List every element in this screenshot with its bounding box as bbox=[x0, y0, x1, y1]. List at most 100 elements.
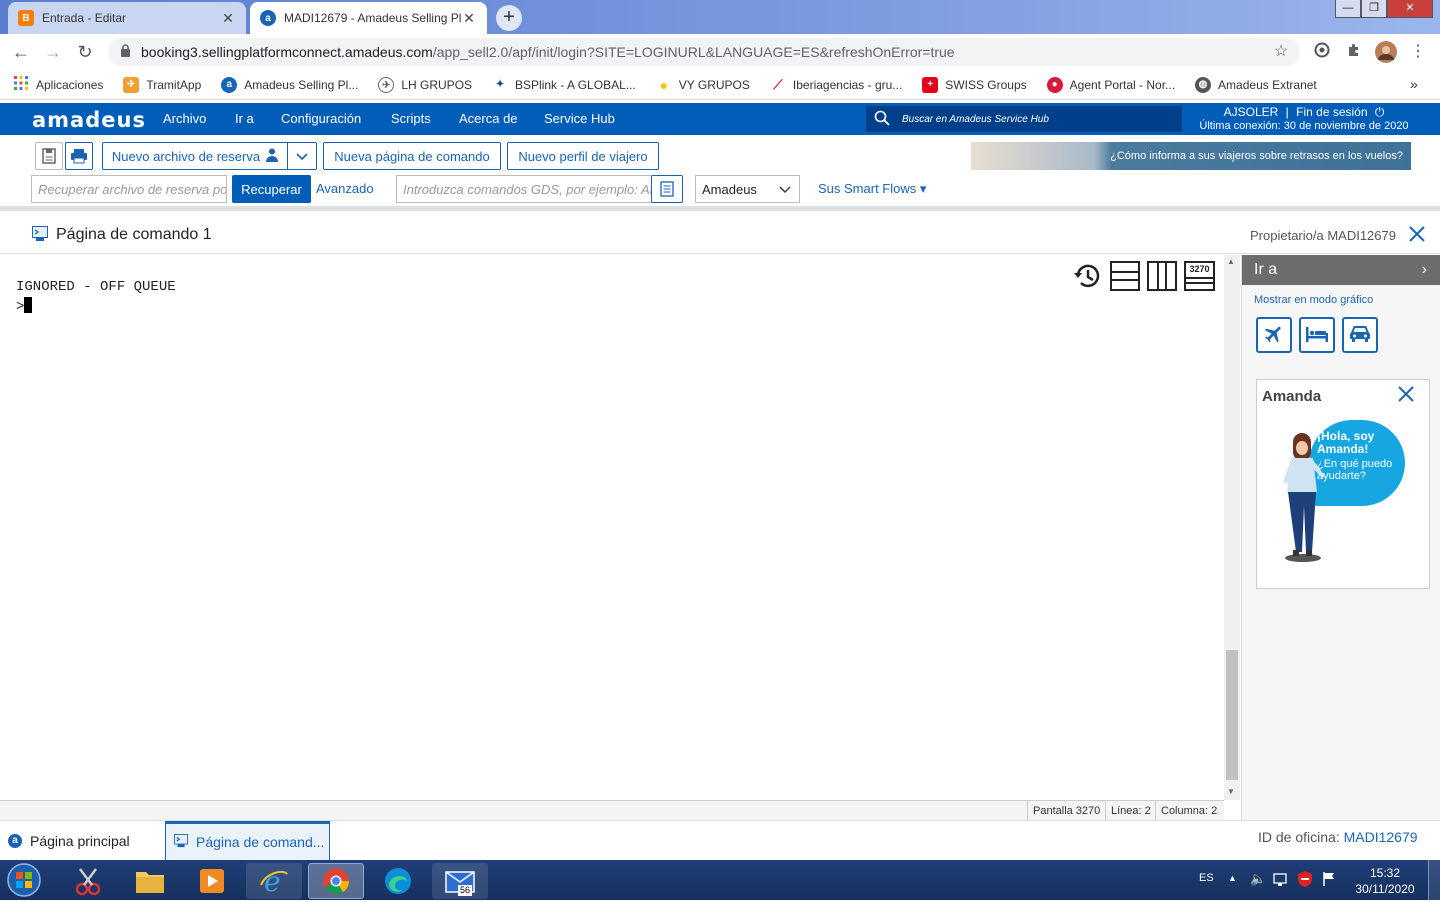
scroll-down-arrow-icon[interactable]: ▼ bbox=[1227, 787, 1235, 796]
minimize-button[interactable]: — bbox=[1335, 0, 1361, 18]
mode-3270-button[interactable]: 3270 bbox=[1184, 261, 1215, 291]
language-indicator[interactable]: ES bbox=[1199, 872, 1214, 884]
status-screen: Pantalla 3270 bbox=[1027, 801, 1105, 821]
globe-icon: ◍ bbox=[1195, 76, 1212, 93]
media-player-icon[interactable] bbox=[184, 863, 240, 899]
scroll-up-arrow-icon[interactable]: ▲ bbox=[1227, 257, 1235, 266]
office-id-value[interactable]: MADI12679 bbox=[1344, 829, 1418, 845]
amadeus-logo: amadeus bbox=[32, 108, 146, 132]
profile-avatar[interactable] bbox=[1375, 41, 1397, 63]
bookmark-amadeus-selling[interactable]: a Amadeus Selling Pl... bbox=[221, 76, 358, 93]
close-page-icon[interactable] bbox=[1408, 225, 1426, 246]
action-bar: Nuevo archivo de reserva Nueva página de… bbox=[0, 135, 1440, 211]
bookmark-label: Agent Portal - Nor... bbox=[1069, 77, 1176, 92]
smart-flows-menu[interactable]: Sus Smart Flows ▾ bbox=[818, 181, 926, 197]
menu-service-hub[interactable]: Service Hub bbox=[544, 111, 615, 126]
close-tab-icon[interactable]: ✕ bbox=[220, 10, 236, 27]
iberia-icon: ⟋ bbox=[769, 76, 786, 93]
new-reservation-dropdown[interactable] bbox=[287, 142, 317, 170]
bookmark-swiss-groups[interactable]: + SWISS Groups bbox=[922, 76, 1027, 93]
menu-configuracion[interactable]: Configuración bbox=[281, 111, 361, 126]
menu-archivo[interactable]: Archivo bbox=[163, 111, 206, 126]
close-window-button[interactable]: ✕ bbox=[1387, 0, 1433, 18]
bookmark-lh-grupos[interactable]: ✈ LH GRUPOS bbox=[378, 76, 472, 93]
more-bookmarks-icon[interactable]: » bbox=[1410, 76, 1418, 92]
bookmark-agent-portal[interactable]: ● Agent Portal - Nor... bbox=[1046, 76, 1176, 93]
star-bookmark-icon[interactable]: ☆ bbox=[1270, 41, 1292, 63]
split-horizontal-icon[interactable] bbox=[1110, 261, 1140, 294]
command-list-icon[interactable] bbox=[651, 175, 683, 203]
reload-icon[interactable]: ↻ bbox=[74, 41, 96, 63]
bookmark-vy-grupos[interactable]: ● VY GRUPOS bbox=[655, 76, 750, 93]
mail-icon[interactable]: 56 bbox=[432, 863, 488, 899]
file-explorer-icon[interactable] bbox=[122, 863, 178, 899]
chevron-right-icon: › bbox=[1421, 261, 1427, 278]
new-reservation-button[interactable]: Nuevo archivo de reserva bbox=[102, 142, 288, 170]
new-command-page-button[interactable]: Nueva página de comando bbox=[323, 142, 501, 170]
close-tab-icon[interactable]: ✕ bbox=[461, 10, 477, 27]
flight-button[interactable] bbox=[1256, 317, 1292, 353]
tab-label: MADI12679 - Amadeus Selling Pl bbox=[284, 11, 461, 25]
menu-scripts[interactable]: Scripts bbox=[391, 111, 431, 126]
puzzle-extensions-icon[interactable] bbox=[1343, 41, 1365, 63]
recover-reservation-input[interactable]: Recuperar archivo de reserva po... bbox=[31, 175, 227, 203]
logout-link[interactable]: Fin de sesión bbox=[1296, 105, 1367, 119]
close-amanda-icon[interactable] bbox=[1397, 385, 1415, 406]
print-icon[interactable] bbox=[65, 142, 93, 170]
last-login: Última conexión: 30 de noviembre de 2020 bbox=[1199, 120, 1409, 132]
show-desktop-button[interactable] bbox=[1428, 860, 1440, 900]
security-shield-icon[interactable] bbox=[1296, 870, 1314, 891]
promo-banner[interactable]: ¿Cómo informa a sus viajeros sobre retra… bbox=[971, 142, 1411, 170]
address-bar[interactable]: booking3.sellingplatformconnect.amadeus.… bbox=[108, 38, 1300, 66]
volume-icon[interactable]: 🔈 bbox=[1250, 871, 1266, 887]
network-icon[interactable] bbox=[1273, 871, 1289, 890]
tab-home-page[interactable]: a Página principal bbox=[0, 821, 162, 861]
airplane-icon bbox=[1263, 323, 1285, 348]
amanda-assistant-card[interactable]: Amanda ¡Hola, soy Amanda! ¿En qué puedo … bbox=[1256, 379, 1430, 589]
chrome-icon[interactable] bbox=[308, 863, 364, 899]
action-center-flag-icon[interactable] bbox=[1322, 871, 1336, 890]
chevron-down-icon bbox=[296, 149, 308, 164]
clock-date: 30/11/2020 bbox=[1355, 882, 1415, 896]
bookmark-aplicaciones[interactable]: Aplicaciones bbox=[14, 76, 103, 93]
advanced-link[interactable]: Avanzado bbox=[316, 181, 374, 196]
recover-button[interactable]: Recuperar bbox=[232, 175, 311, 203]
hotel-button[interactable] bbox=[1299, 317, 1335, 353]
new-traveler-profile-button[interactable]: Nuevo perfil de viajero bbox=[507, 142, 659, 170]
start-button[interactable] bbox=[4, 861, 46, 899]
menu-ir-a[interactable]: Ir a bbox=[235, 111, 254, 126]
bookmark-amadeus-extranet[interactable]: ◍ Amadeus Extranet bbox=[1195, 76, 1317, 93]
amanda-avatar bbox=[1271, 432, 1331, 567]
bookmark-tramitapp[interactable]: ✈ TramitApp bbox=[123, 76, 201, 93]
car-button[interactable] bbox=[1342, 317, 1378, 353]
tab-amadeus-selling[interactable]: a MADI12679 - Amadeus Selling Pl ✕ bbox=[250, 2, 487, 34]
extension-icon[interactable] bbox=[1311, 41, 1333, 63]
ir-a-header[interactable]: Ir a › bbox=[1242, 255, 1440, 285]
scroll-thumb[interactable] bbox=[1226, 650, 1238, 780]
service-hub-search[interactable]: Buscar en Amadeus Service Hub bbox=[866, 106, 1182, 132]
gds-system-select[interactable]: Amadeus bbox=[695, 175, 800, 203]
new-tab-button[interactable]: + bbox=[496, 5, 522, 31]
forward-icon[interactable]: → bbox=[42, 41, 64, 63]
browser-menu-icon[interactable]: ⋮ bbox=[1407, 41, 1429, 63]
history-icon[interactable] bbox=[1072, 261, 1102, 294]
command-scrollbar[interactable]: ▲ ▼ bbox=[1224, 255, 1240, 800]
command-output-area[interactable]: IGNORED - OFF QUEUE > 3270 bbox=[0, 255, 1224, 800]
bookmark-iberiagencias[interactable]: ⟋ Iberiagencias - gru... bbox=[769, 76, 902, 93]
power-icon[interactable]: ⏻ bbox=[1375, 105, 1385, 119]
save-icon[interactable] bbox=[35, 142, 63, 170]
split-vertical-icon[interactable] bbox=[1147, 261, 1177, 294]
snipping-tool-icon[interactable] bbox=[60, 863, 116, 899]
clock[interactable]: 15:32 30/11/2020 bbox=[1350, 865, 1420, 897]
edge-icon[interactable] bbox=[370, 863, 426, 899]
bookmark-bsplink[interactable]: ✦ BSPlink - A GLOBAL... bbox=[492, 76, 636, 93]
tab-entrada-editar[interactable]: B Entrada - Editar ✕ bbox=[8, 2, 246, 34]
tab-command-page[interactable]: Página de comand... bbox=[165, 821, 330, 861]
gds-command-input[interactable]: Introduzca comandos GDS, por ejemplo: AN bbox=[396, 175, 652, 203]
maximize-button[interactable]: ❐ bbox=[1361, 0, 1387, 18]
internet-explorer-icon[interactable]: e bbox=[246, 863, 302, 899]
graphic-mode-link[interactable]: Mostrar en modo gráfico bbox=[1254, 294, 1373, 306]
tray-expand-icon[interactable]: ▲ bbox=[1228, 873, 1237, 883]
back-icon[interactable]: ← bbox=[10, 41, 32, 63]
menu-acerca-de[interactable]: Acerca de bbox=[459, 111, 518, 126]
